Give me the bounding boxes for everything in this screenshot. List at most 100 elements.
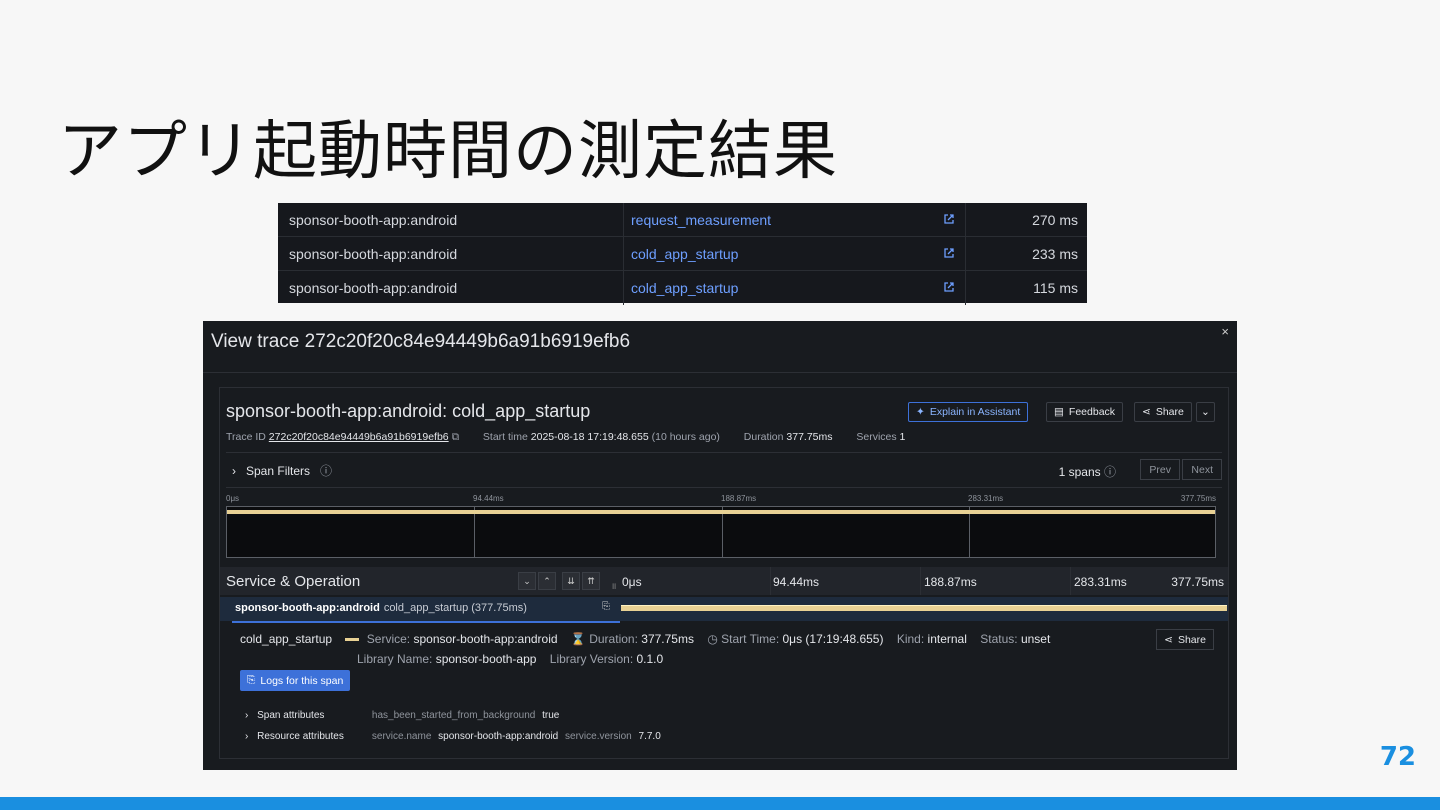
span-operation-label: cold_app_startup (377.75ms) — [383, 602, 527, 614]
span-detail-line-1: cold_app_startup Service: sponsor-booth-… — [240, 632, 1050, 646]
timeline-gridline — [770, 567, 771, 595]
span-detail-line-2: Library Name: sponsor-booth-app Library … — [357, 652, 663, 666]
operation-label[interactable]: cold_app_startup — [631, 280, 738, 296]
external-link-icon[interactable] — [943, 247, 955, 259]
resource-attributes-row[interactable]: › Resource attributes service.name spons… — [245, 731, 661, 742]
resource-attribute-value: sponsor-booth-app:android — [438, 731, 559, 742]
timeline-header: Service & Operation ⌄ ⌃ ⇊ ⇈ ॥ 0μs 94.44m… — [220, 567, 1228, 595]
chevron-right-icon: › — [245, 710, 249, 721]
operation-link[interactable]: cold_app_startup — [624, 237, 966, 270]
span-share-button[interactable]: ⋖ Share — [1156, 629, 1214, 650]
resource-attribute-key: service.version — [565, 731, 632, 742]
library-name-value: sponsor-booth-app — [435, 652, 537, 666]
sparkle-icon: ✦ — [916, 406, 925, 418]
kind-label: Kind: — [896, 632, 925, 646]
table-row[interactable]: sponsor-booth-app:android request_measur… — [278, 203, 1087, 237]
trace-header: View trace 272c20f20c84e94449b6a91b6919e… — [203, 321, 1237, 373]
chevron-right-icon: › — [245, 731, 249, 742]
duration-cell: 233 ms — [1032, 245, 1078, 262]
logs-icon[interactable]: ⎘ — [602, 601, 610, 612]
info-icon: ⓘ — [1103, 465, 1116, 479]
services-value: 1 — [899, 431, 906, 443]
trace-meta: Trace ID 272c20f20c84e94449b6a91b6919efb… — [226, 431, 905, 444]
timeline-gridline — [1070, 567, 1071, 595]
logs-icon: ⎘ — [247, 674, 256, 686]
table-row[interactable]: sponsor-booth-app:android cold_app_start… — [278, 237, 1087, 271]
span-attribute-key: has_been_started_from_background — [371, 710, 536, 721]
operation-label[interactable]: request_measurement — [631, 212, 771, 228]
trace-window-title: View trace 272c20f20c84e94449b6a91b6919e… — [211, 331, 631, 352]
resize-handle-icon[interactable]: ॥ — [611, 579, 616, 592]
page-number: 72 — [1379, 742, 1416, 772]
trace-drawer: View trace 272c20f20c84e94449b6a91b6919e… — [203, 321, 1237, 770]
minimap-tick: 188.87ms — [721, 494, 757, 503]
resource-attribute-value: 7.7.0 — [638, 731, 661, 742]
span-duration-bar[interactable] — [621, 605, 1227, 611]
resource-attribute-key: service.name — [371, 731, 432, 742]
kind-value: internal — [927, 632, 967, 646]
span-count-label: 1 spans — [1058, 465, 1101, 479]
timeline-tick: 377.75ms — [1171, 575, 1224, 589]
library-name-label: Library Name: — [357, 652, 433, 666]
trace-minimap[interactable]: 0μs 94.44ms 188.87ms 283.31ms 377.75ms — [226, 494, 1216, 558]
prev-button[interactable]: Prev — [1140, 459, 1180, 480]
expand-one-icon[interactable]: ⌃ — [538, 572, 556, 590]
service-cell: sponsor-booth-app:android — [278, 237, 624, 270]
operation-link[interactable]: request_measurement — [624, 203, 966, 236]
detail-duration-label: Duration: — [589, 632, 638, 646]
operation-label[interactable]: cold_app_startup — [631, 246, 738, 262]
span-service-name[interactable]: sponsor-booth-app:android cold_app_startu… — [235, 602, 527, 614]
span-count: 1 spans ⓘ — [1059, 463, 1116, 480]
external-link-icon[interactable] — [943, 281, 955, 293]
detail-duration-value: 377.75ms — [641, 632, 694, 646]
external-link-icon[interactable] — [943, 213, 955, 225]
timeline-tick: 94.44ms — [773, 575, 820, 589]
info-icon: ⓘ — [320, 464, 333, 478]
detail-start-value: 0μs (17:19:48.655) — [782, 632, 884, 646]
trace-id-label: Trace ID — [226, 431, 266, 443]
service-cell: sponsor-booth-app:android — [278, 271, 624, 305]
minimap-gridline — [969, 507, 970, 557]
trace-operation-title: sponsor-booth-app:android: cold_app_star… — [226, 401, 591, 421]
next-button[interactable]: Next — [1182, 459, 1222, 480]
share-button[interactable]: ⋖ Share — [1134, 402, 1192, 422]
feedback-button[interactable]: ▤ Feedback — [1046, 402, 1124, 422]
collapse-all-icon[interactable]: ⇊ — [562, 572, 580, 590]
span-row[interactable]: sponsor-booth-app:android cold_app_startu… — [220, 597, 1228, 621]
copy-icon[interactable]: ⧉ — [452, 431, 460, 443]
close-icon[interactable]: × — [1221, 324, 1229, 339]
duration-cell: 270 ms — [1032, 211, 1078, 228]
resource-attributes-label: Resource attributes — [257, 731, 344, 742]
footer-bar — [0, 797, 1440, 810]
collapse-one-icon[interactable]: ⌄ — [518, 572, 536, 590]
results-table: sponsor-booth-app:android request_measur… — [278, 203, 1087, 305]
slide-title: アプリ起動時間の測定結果 — [58, 115, 838, 189]
minimap-canvas[interactable] — [226, 506, 1216, 558]
trace-id-value[interactable]: 272c20f20c84e94449b6a91b6919efb6 — [269, 431, 449, 443]
minimap-tick: 0μs — [226, 494, 240, 503]
operation-link[interactable]: cold_app_startup — [624, 271, 966, 305]
logs-for-span-button[interactable]: ⎘ Logs for this span — [240, 670, 351, 691]
service-value: sponsor-booth-app:android — [413, 632, 558, 646]
minimap-tick: 283.31ms — [968, 494, 1004, 503]
table-row[interactable]: sponsor-booth-app:android cold_app_start… — [278, 271, 1087, 305]
span-attributes-label: Span attributes — [257, 710, 325, 721]
share-icon: ⋖ — [1142, 406, 1151, 418]
hourglass-icon: ⌛ — [570, 632, 586, 646]
assistant-label: Explain in Assistant — [929, 406, 1021, 418]
duration-cell: 115 ms — [1033, 280, 1078, 296]
logs-button-label: Logs for this span — [260, 674, 344, 687]
status-value: unset — [1020, 632, 1051, 646]
timeline-tick: 283.31ms — [1074, 575, 1127, 589]
span-attributes-row[interactable]: › Span attributes has_been_started_from_… — [245, 710, 559, 721]
duration-label: Duration — [743, 431, 784, 443]
status-label: Status: — [980, 632, 1018, 646]
timeline-gridline — [920, 567, 921, 595]
chevron-right-icon: › — [232, 463, 236, 478]
share-dropdown-button[interactable]: ⌄ — [1196, 402, 1215, 422]
explain-in-assistant-button[interactable]: ✦ Explain in Assistant — [908, 402, 1029, 422]
span-service-label: sponsor-booth-app:android — [235, 602, 380, 614]
expand-all-icon[interactable]: ⇈ — [582, 572, 600, 590]
timeline-tick: 188.87ms — [924, 575, 977, 589]
span-filters-toggle[interactable]: › Span Filters ⓘ — [232, 462, 332, 479]
